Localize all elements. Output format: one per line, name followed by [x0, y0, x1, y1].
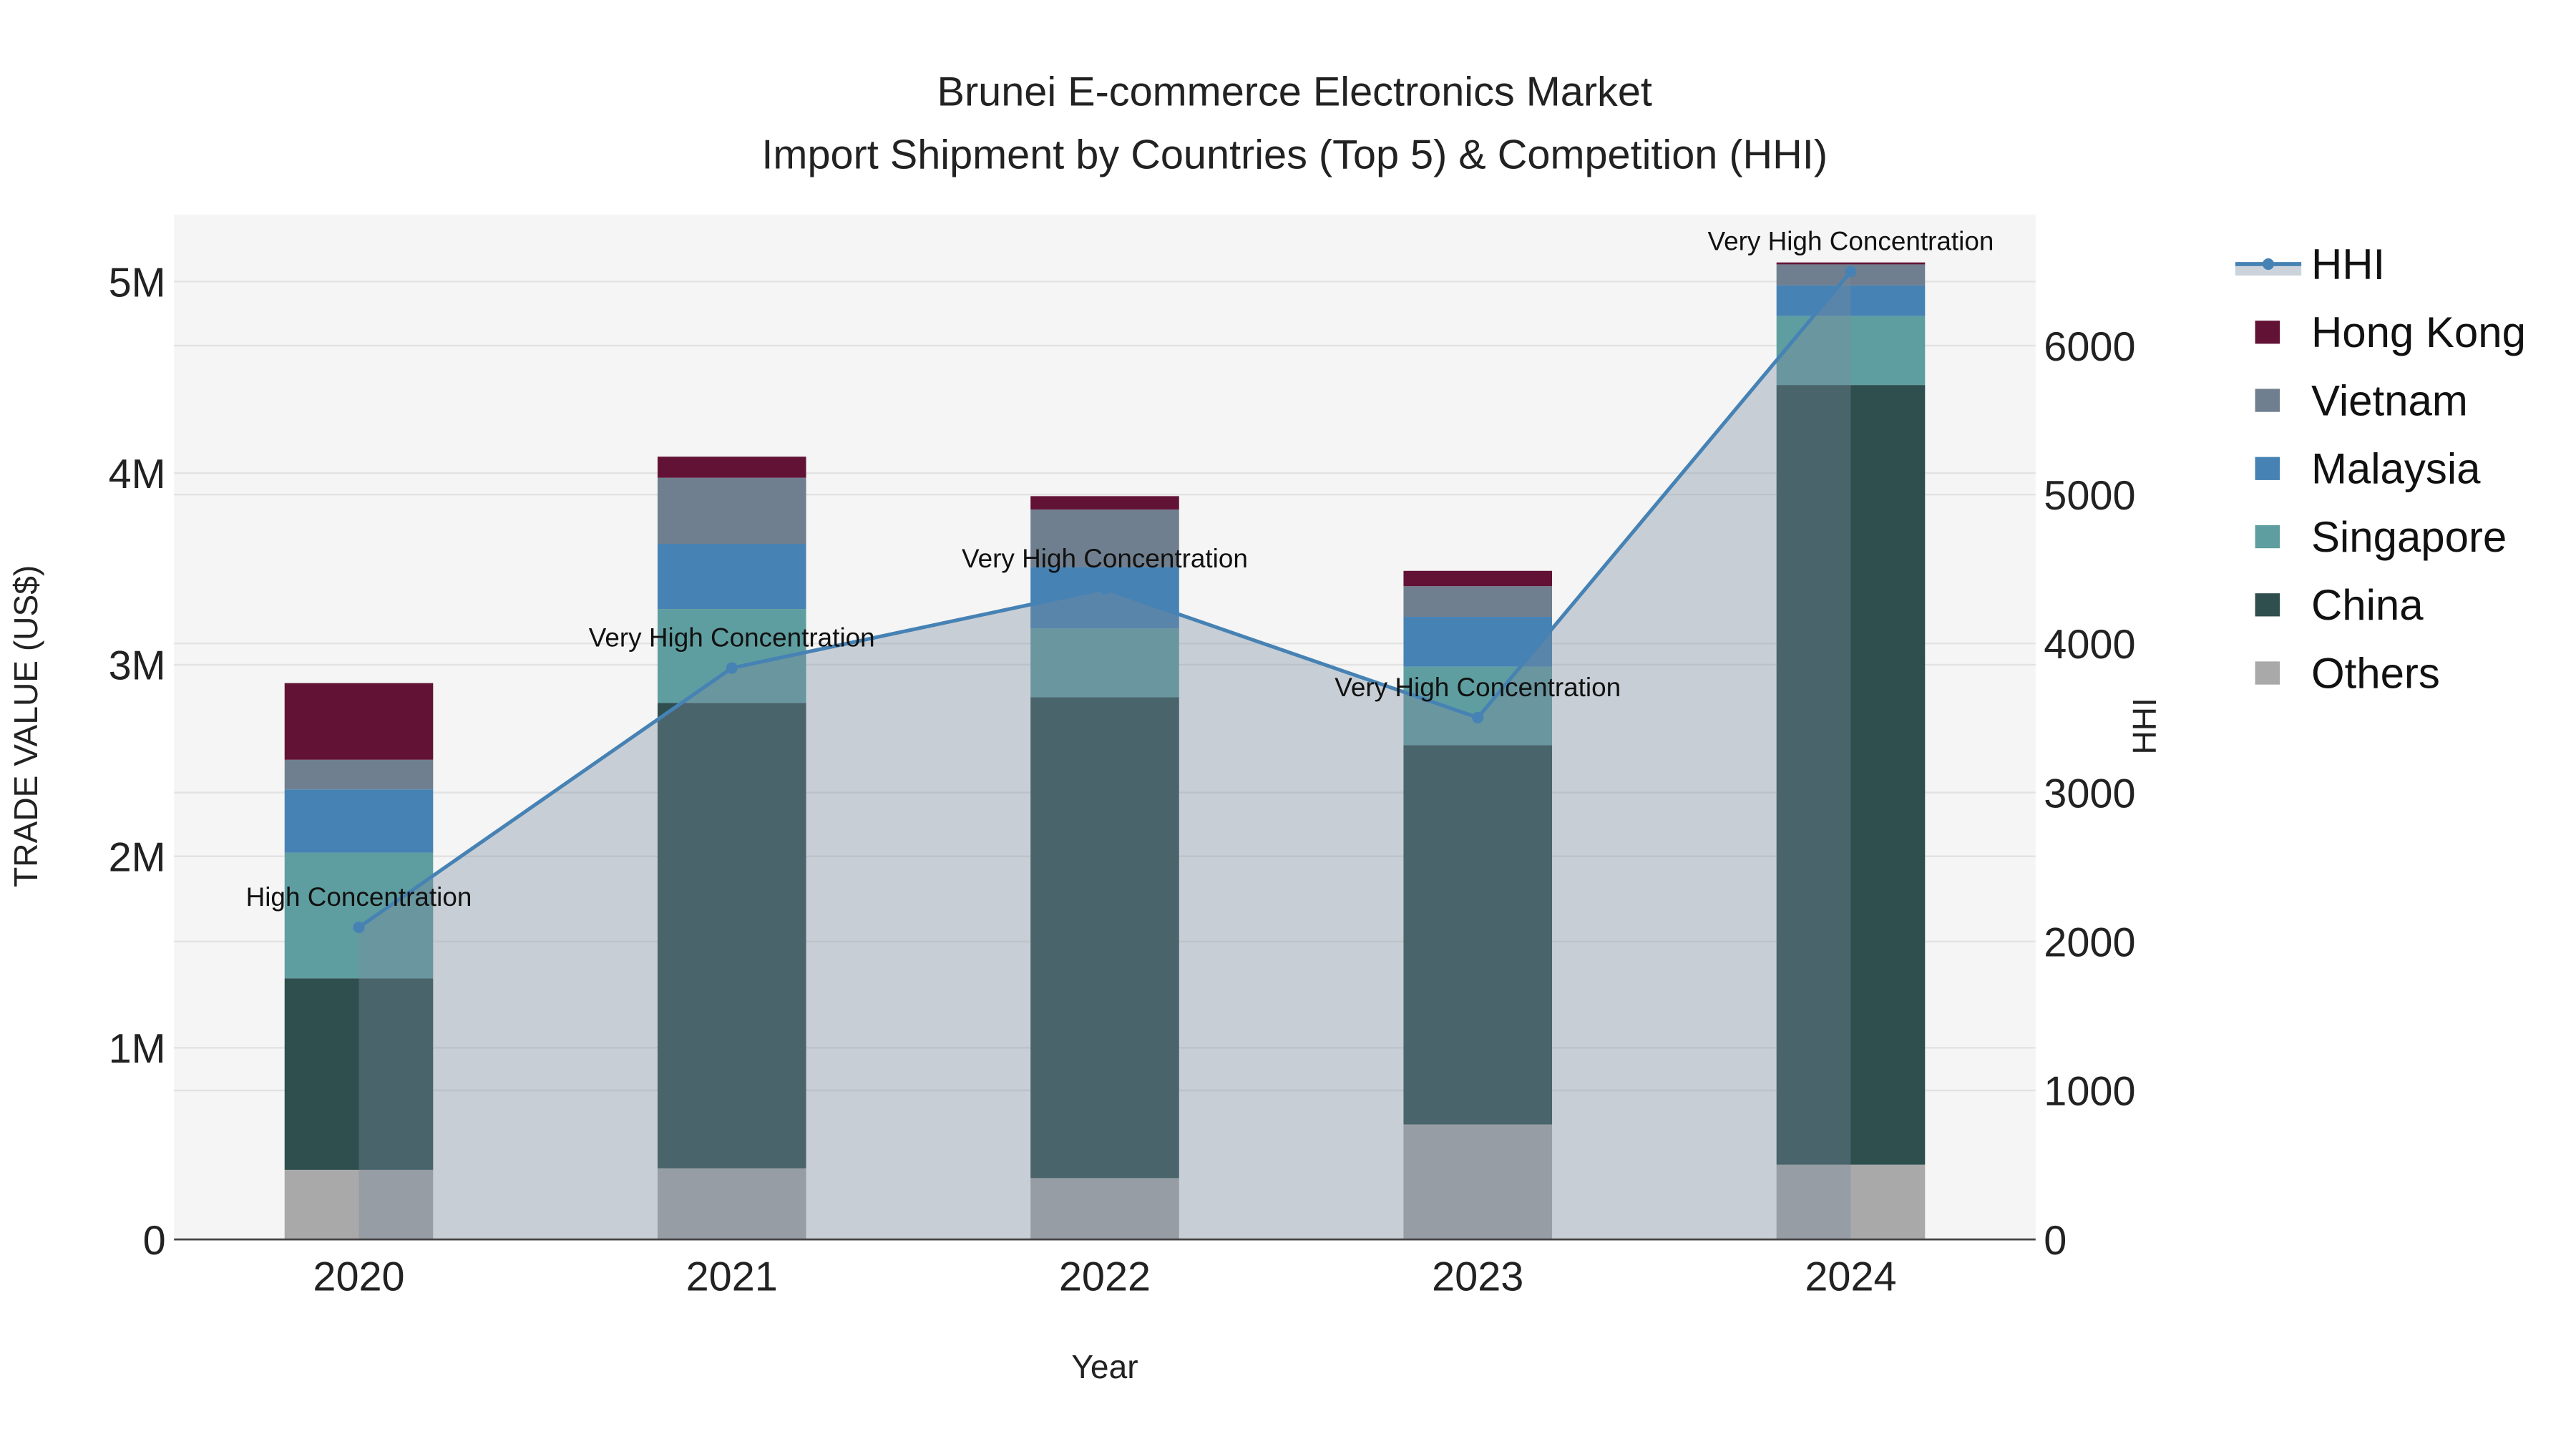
- chart-title-line1: Brunei E-commerce Electronics Market: [937, 69, 1652, 115]
- bar-hong-kong-2021: [657, 457, 806, 478]
- hhi-point-2023: [1472, 711, 1484, 723]
- hhi-annotation-2023: Very High Concentration: [1335, 673, 1621, 702]
- y2-tick-label: 6000: [2044, 324, 2135, 370]
- bar-hong-kong-2022: [1030, 496, 1179, 510]
- y-axis-label: TRADE VALUE (US$): [7, 565, 44, 887]
- hhi-point-2020: [353, 921, 365, 934]
- bar-malaysia-2024: [1776, 285, 1926, 316]
- y-tick-label: 1M: [109, 1026, 166, 1072]
- bar-malaysia-2021: [657, 544, 806, 610]
- x-tick-label: 2020: [313, 1254, 404, 1300]
- hhi-point-2024: [1845, 265, 1857, 278]
- bar-vietnam-2021: [657, 477, 806, 545]
- bar-hong-kong-2023: [1403, 570, 1553, 587]
- legend-hhi-marker: [2262, 258, 2275, 270]
- legend-label-malaysia: Malaysia: [2311, 445, 2481, 493]
- bar-vietnam-2020: [284, 759, 434, 790]
- x-tick-label: 2023: [1432, 1254, 1523, 1300]
- x-tick-label: 2022: [1059, 1254, 1151, 1300]
- x-tick-label: 2021: [686, 1254, 778, 1300]
- legend-swatch-malaysia: [2255, 457, 2280, 480]
- legend-label-hong-kong: Hong Kong: [2311, 308, 2526, 356]
- y-tick-label: 3M: [109, 643, 166, 689]
- legend-label-singapore: Singapore: [2311, 513, 2507, 561]
- y-tick-label: 2M: [109, 834, 166, 880]
- hhi-annotation-2024: Very High Concentration: [1708, 227, 1994, 256]
- hhi-annotation-2022: Very High Concentration: [962, 544, 1248, 573]
- legend-label-hhi: HHI: [2311, 240, 2385, 288]
- x-axis-label: Year: [1071, 1348, 1138, 1385]
- hhi-point-2022: [1098, 582, 1111, 595]
- y-tick-label: 4M: [109, 452, 166, 497]
- x-tick-label: 2024: [1805, 1254, 1896, 1300]
- hhi-point-2021: [726, 662, 738, 674]
- y-tick-label: 5M: [109, 260, 166, 306]
- legend-swatch-china: [2255, 593, 2280, 617]
- legend-label-others: Others: [2311, 649, 2440, 697]
- legend-swatch-others: [2255, 661, 2280, 685]
- bar-hong-kong-2020: [284, 683, 434, 760]
- legend-swatch-hong-kong: [2255, 321, 2280, 344]
- chart-title-line2: Import Shipment by Countries (Top 5) & C…: [761, 132, 1828, 177]
- legend-swatch-singapore: [2255, 525, 2280, 549]
- hhi-annotation-2020: High Concentration: [246, 882, 472, 912]
- hhi-annotation-2021: Very High Concentration: [589, 623, 875, 653]
- bar-malaysia-2020: [284, 789, 434, 853]
- y2-tick-label: 5000: [2044, 473, 2135, 519]
- y2-tick-label: 2000: [2044, 919, 2135, 965]
- legend: HHI Hong Kong Vietnam Malaysia Singapore Chin…: [2235, 240, 2526, 697]
- y2-axis-label: HHI: [2126, 698, 2163, 754]
- chart: 0 1M 2M 3M 4M 5M 0 1000 2000 3000 4000 5000 6000 2020…: [7, 69, 2526, 1385]
- legend-label-vietnam: Vietnam: [2311, 376, 2468, 424]
- legend-swatch-vietnam: [2255, 389, 2280, 412]
- y2-tick-label: 3000: [2044, 771, 2135, 816]
- y2-tick-label: 4000: [2044, 622, 2135, 668]
- bar-hong-kong-2024: [1776, 262, 1926, 265]
- legend-label-china: China: [2311, 581, 2424, 629]
- y-tick-label: 0: [143, 1218, 166, 1264]
- y2-tick-label: 0: [2044, 1218, 2067, 1264]
- y2-tick-label: 1000: [2044, 1069, 2135, 1115]
- bar-vietnam-2023: [1403, 586, 1553, 618]
